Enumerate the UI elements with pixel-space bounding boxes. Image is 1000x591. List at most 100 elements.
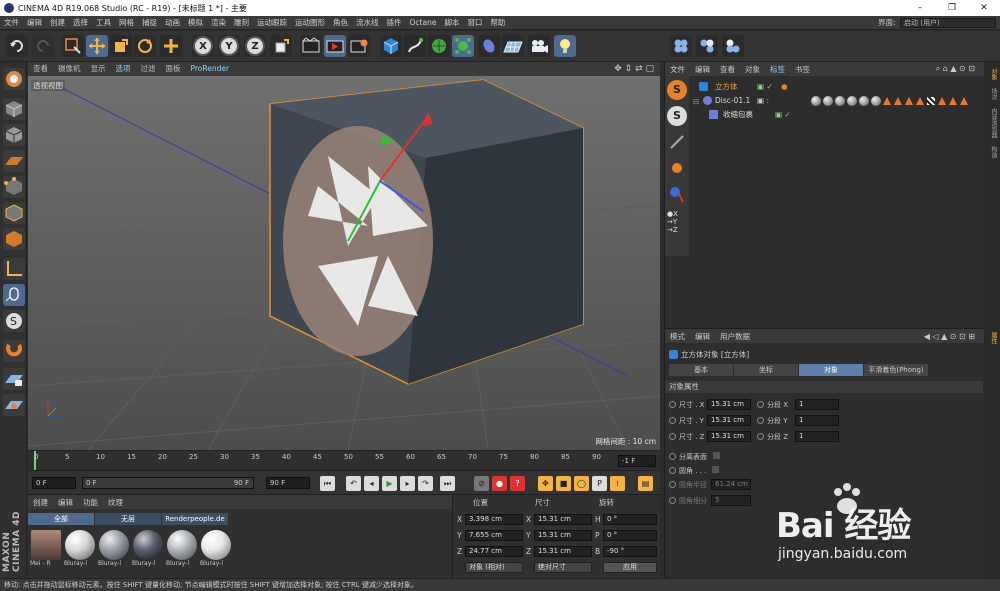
x-axis-lock-button[interactable]: X	[192, 35, 214, 57]
object-row-disc[interactable]: ⊟ Disc-01.1 ▣ :	[691, 94, 983, 107]
material-tag[interactable]	[859, 95, 869, 106]
attribute-menu-edit[interactable]: 编辑	[690, 331, 715, 342]
viewport-nav-icons[interactable]: ✥ ⇕ ⇄ ▢	[614, 64, 654, 74]
visibility-dots-icon[interactable]: ▣ :	[757, 94, 769, 107]
viewport-menu-filter[interactable]: 过滤	[136, 62, 161, 76]
size-x-field[interactable]: 15.31 cm	[534, 514, 592, 525]
tab-objects[interactable]: 对象	[984, 66, 998, 82]
viewport-menu-view[interactable]: 查看	[28, 62, 53, 76]
animate-dot-icon[interactable]	[669, 401, 676, 408]
next-frame-button[interactable]: ▸	[400, 476, 415, 491]
menu-character[interactable]: 角色	[329, 16, 352, 30]
layout-dots-alt-icon[interactable]	[696, 35, 718, 57]
subdivision-surface-icon[interactable]	[428, 35, 450, 57]
attr-segments-z-field[interactable]: 1	[795, 431, 839, 442]
key-position-icon[interactable]: ✥	[538, 476, 553, 491]
tab-basic[interactable]: 基本	[669, 364, 733, 376]
move-tool-icon[interactable]	[86, 35, 108, 57]
model-mode-icon[interactable]	[3, 98, 25, 120]
animate-dot-icon[interactable]	[757, 433, 764, 440]
floor-object-icon[interactable]	[502, 35, 524, 57]
light-object-icon[interactable]	[554, 35, 576, 57]
pos-z-field[interactable]: 24.77 cm	[465, 546, 523, 557]
points-mode-icon[interactable]	[3, 176, 25, 198]
z-axis-lock-button[interactable]: Z	[244, 35, 266, 57]
planar-workplane-icon[interactable]	[3, 394, 25, 416]
menu-sculpt[interactable]: 雕刻	[230, 16, 253, 30]
layer-tab-renderpeople[interactable]: Renderpeople.de	[162, 513, 228, 525]
selection-tag-icon[interactable]	[916, 96, 924, 105]
magnet-icon[interactable]	[3, 340, 25, 362]
uvw-tag-icon[interactable]	[927, 96, 935, 105]
render-settings-icon[interactable]	[348, 35, 370, 57]
coordinate-system-icon[interactable]	[270, 35, 292, 57]
menu-mograph[interactable]: 运动图形	[291, 16, 329, 30]
texture-mode-icon[interactable]	[3, 124, 25, 146]
key-parameter-icon[interactable]: P	[592, 476, 607, 491]
minimize-button[interactable]: –	[904, 0, 936, 16]
tab-coordinates[interactable]: 坐标	[734, 364, 798, 376]
snap-settings-icon[interactable]: S	[667, 80, 687, 100]
layout-dropdown[interactable]: 启动 (用户)	[900, 18, 996, 28]
material-swatch[interactable]: Bluray-l	[200, 528, 232, 572]
pos-x-field[interactable]: 3.398 cm	[465, 514, 523, 525]
attr-segments-y-field[interactable]: 1	[795, 415, 839, 426]
animate-dot-icon[interactable]	[669, 481, 676, 488]
object-menu-object[interactable]: 对象	[740, 64, 765, 75]
menu-octane[interactable]: Octane	[406, 16, 441, 30]
tab-takes[interactable]: 场次	[984, 86, 998, 102]
axis-mode-icon[interactable]	[3, 258, 25, 280]
material-tag[interactable]	[823, 95, 833, 106]
timeline-ruler[interactable]: 0 5 10 15 20 25 30 35 40 45 50 55 60 65 …	[28, 450, 660, 471]
tab-phong[interactable]: 平滑着色(Phong)	[864, 364, 928, 376]
menu-simulate[interactable]: 模拟	[184, 16, 207, 30]
cube-object-icon[interactable]	[380, 35, 402, 57]
separate-faces-checkbox[interactable]	[713, 452, 720, 459]
attr-segments-x-field[interactable]: 1	[795, 399, 839, 410]
timeline-window-icon[interactable]: ▤	[638, 476, 653, 491]
menu-motion-tracking[interactable]: 运动跟踪	[253, 16, 291, 30]
redo-icon[interactable]	[32, 35, 54, 57]
fillet-checkbox[interactable]	[712, 466, 720, 473]
snap-icon[interactable]: S	[3, 310, 25, 332]
previous-key-button[interactable]: ↶	[346, 476, 361, 491]
tab-object[interactable]: 对象	[799, 364, 863, 376]
menu-select[interactable]: 选择	[69, 16, 92, 30]
material-tag[interactable]	[811, 95, 821, 106]
attribute-menu-mode[interactable]: 模式	[665, 331, 690, 342]
key-scale-icon[interactable]: ■	[556, 476, 571, 491]
material-tag[interactable]	[871, 95, 881, 106]
render-to-picture-viewer-icon[interactable]	[324, 35, 346, 57]
pen-spline-icon[interactable]	[404, 35, 426, 57]
maximize-button[interactable]: ❐	[936, 0, 968, 16]
go-to-end-button[interactable]: ⏭	[440, 476, 455, 491]
record-active-icon[interactable]: ●	[492, 476, 507, 491]
range-slider[interactable]: 0 F 90 F	[82, 477, 254, 489]
object-row-cube[interactable]: 立方体 ▣ ✓ ●	[691, 80, 983, 93]
attribute-menu-userdata[interactable]: 用户数据	[715, 331, 755, 342]
record-keys-icon[interactable]: ⊘	[474, 476, 489, 491]
perspective-viewport[interactable]: 透视视图 网格间距 : 10 cm	[28, 76, 660, 450]
material-swatch[interactable]: Mei - R	[30, 528, 62, 572]
viewport-menu-panel[interactable]: 面板	[161, 62, 186, 76]
fillet-radius-field[interactable]: 61.24 cm	[711, 479, 751, 490]
menu-edit[interactable]: 编辑	[23, 16, 46, 30]
material-menu-edit[interactable]: 编辑	[53, 497, 78, 508]
xyz-mode-icon[interactable]: ●X →Y →Z	[667, 210, 687, 236]
menu-animate[interactable]: 动画	[161, 16, 184, 30]
size-z-field[interactable]: 15.31 cm	[534, 546, 592, 557]
object-menu-view[interactable]: 查看	[715, 64, 740, 75]
rot-h-field[interactable]: 0 °	[603, 514, 657, 525]
apply-button[interactable]: 应用	[603, 562, 657, 573]
viewport-menu-prorender[interactable]: ProRender	[186, 62, 235, 76]
selection-tag-icon[interactable]	[883, 96, 891, 105]
menu-window[interactable]: 窗口	[463, 16, 486, 30]
menu-render[interactable]: 渲染	[207, 16, 230, 30]
object-row-shrinkwrap[interactable]: 收缩包裹 ▣ ✓	[691, 108, 983, 121]
pos-y-field[interactable]: 7.655 cm	[465, 530, 523, 541]
key-rotation-icon[interactable]: ◯	[574, 476, 589, 491]
selection-tag-icon[interactable]	[960, 96, 968, 105]
material-swatch[interactable]: Bluray-l	[132, 528, 164, 572]
menu-snap[interactable]: 捕捉	[138, 16, 161, 30]
fillet-subdiv-field[interactable]: 5	[711, 495, 751, 506]
